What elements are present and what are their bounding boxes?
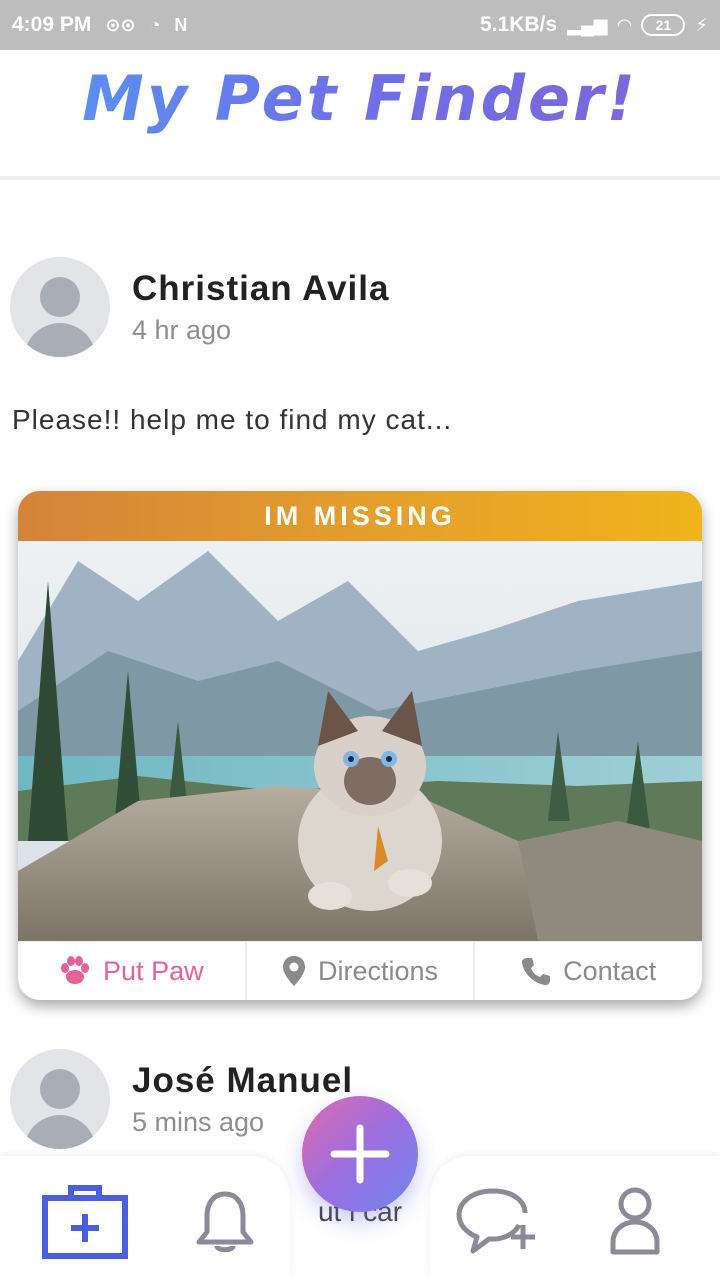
- net-speed: 5.1KB/s: [480, 13, 558, 36]
- app-title: My Pet Finder!: [82, 62, 638, 176]
- bottom-nav-right: [430, 1156, 720, 1280]
- sync-icon: ◔: [149, 14, 161, 35]
- pet-photo[interactable]: [18, 541, 702, 941]
- paw-icon: [61, 956, 90, 984]
- signal-icon: ▂▄▆: [567, 14, 608, 35]
- nav-profile[interactable]: [590, 1176, 680, 1266]
- status-bar: 4:09 PM ⊙⊙ ◔ N 5.1KB/s ▂▄▆ ◠ 21 ⚡: [0, 0, 720, 50]
- post-author[interactable]: José Manuel: [132, 1061, 353, 1101]
- contact-label: Contact: [563, 955, 657, 986]
- missing-banner: IM MISSING: [18, 491, 702, 541]
- directions-button[interactable]: Directions: [247, 942, 476, 1000]
- nfc-icon: N: [174, 14, 188, 35]
- cat-photo-illustration: [18, 541, 702, 941]
- put-paw-label: Put Paw: [103, 955, 204, 986]
- post-author[interactable]: Christian Avila: [132, 269, 389, 309]
- post-time: 4 hr ago: [132, 315, 232, 345]
- plus-icon: [330, 1124, 390, 1184]
- battery-level: 21: [655, 17, 672, 33]
- post-text: Please!! help me to find my cat...: [12, 404, 453, 435]
- missing-pet-card: IM MISSING Put Paw Directions Contact: [18, 491, 702, 1000]
- put-paw-button[interactable]: Put Paw: [18, 942, 247, 1000]
- directions-label: Directions: [317, 955, 439, 986]
- voicemail-icon: ⊙⊙: [105, 14, 136, 35]
- add-chat-icon: [456, 1188, 535, 1254]
- battery-icon: 21: [641, 14, 686, 36]
- nav-notifications[interactable]: [180, 1176, 270, 1266]
- avatar[interactable]: [10, 257, 110, 357]
- location-pin-icon: [282, 956, 305, 986]
- status-time: 4:09 PM: [12, 13, 92, 36]
- nav-messages[interactable]: [450, 1176, 540, 1266]
- first-aid-kit-icon: [42, 1185, 128, 1259]
- app-header: My Pet Finder!: [0, 50, 720, 180]
- post-time: 5 mins ago: [132, 1107, 265, 1137]
- add-post-fab[interactable]: [302, 1096, 418, 1212]
- nav-first-aid[interactable]: [40, 1176, 130, 1266]
- wifi-icon: ◠: [617, 14, 632, 35]
- charging-icon: ⚡: [695, 14, 708, 35]
- card-actions: Put Paw Directions Contact: [18, 941, 702, 1000]
- bell-icon: [196, 1191, 254, 1253]
- post-header: Christian Avila 4 hr ago: [0, 257, 720, 367]
- bottom-nav-left: [0, 1156, 290, 1280]
- avatar[interactable]: [10, 1049, 110, 1149]
- phone-icon: [522, 958, 551, 985]
- contact-button[interactable]: Contact: [475, 942, 702, 1000]
- user-icon: [610, 1187, 660, 1255]
